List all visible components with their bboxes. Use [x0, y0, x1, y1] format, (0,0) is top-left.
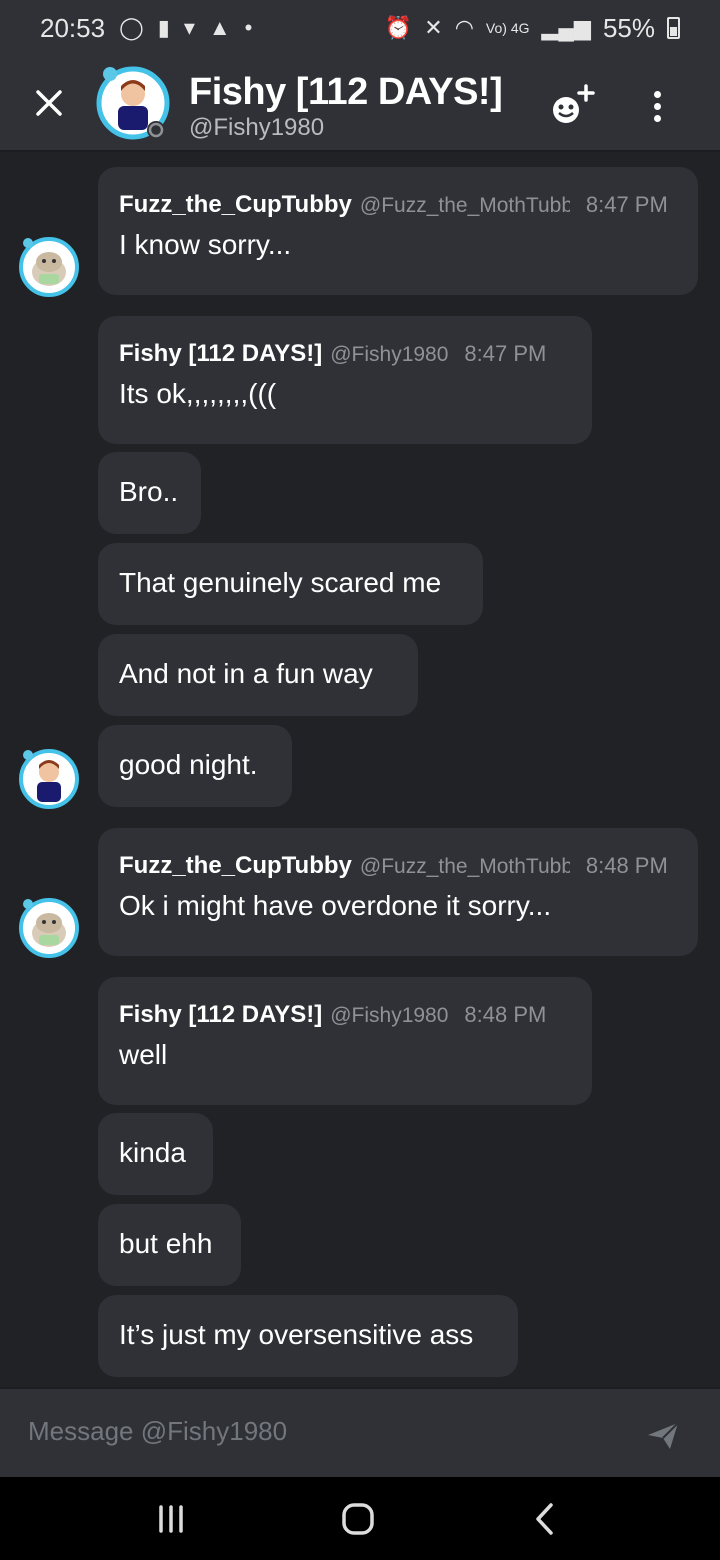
chat-subtitle: @Fishy1980	[189, 114, 325, 141]
message-text: well	[119, 1039, 168, 1070]
message-bubble[interactable]: That genuinely scared me	[98, 543, 483, 625]
add-friend-icon	[553, 84, 595, 123]
message-text: It’s just my oversensitive ass	[119, 1319, 474, 1350]
message-handle: @Fuzz_the_MothTubby	[359, 194, 570, 217]
close-icon	[36, 90, 62, 116]
message-text: And not in a fun way	[119, 658, 373, 689]
message-handle: @Fuzz_the_MothTubby	[359, 855, 570, 878]
message-time: 8:47 PM	[585, 192, 668, 217]
avatar-fuzz[interactable]	[18, 897, 80, 959]
network-label: Vo) 4G	[485, 20, 530, 36]
message-text: I know sorry...	[119, 229, 292, 260]
battery-icon	[667, 17, 680, 39]
message-time: 8:48 PM	[464, 1002, 547, 1027]
message-handle: @Fishy1980	[330, 1004, 449, 1027]
back-button[interactable]	[520, 1499, 570, 1539]
more-options-icon	[653, 90, 661, 98]
send-icon	[648, 1422, 679, 1449]
back-icon	[536, 1503, 553, 1535]
message-text: Bro..	[119, 476, 179, 507]
fuzz-avatar-image	[19, 898, 79, 958]
home-icon	[342, 1503, 374, 1535]
message-bubble[interactable]: And not in a fun way	[98, 634, 418, 716]
message-time: 8:48 PM	[585, 853, 668, 878]
message-author: Fishy [112 DAYS!]	[119, 1001, 323, 1028]
fuzz-avatar-image	[19, 237, 79, 297]
app-icon: ▲	[208, 15, 231, 40]
message-bubble[interactable]: Fishy [112 DAYS!] @Fishy1980 8:47 PM Its…	[98, 316, 592, 444]
status-time: 20:53	[40, 12, 106, 43]
send-button[interactable]	[644, 1415, 684, 1455]
message-bubble[interactable]: good night.	[98, 725, 292, 807]
whatsapp-icon: ◯	[119, 15, 144, 40]
avatar-fuzz[interactable]	[18, 236, 80, 298]
message-bubble[interactable]: Bro..	[98, 452, 201, 534]
message-text: good night.	[119, 749, 258, 780]
mute-icon: ✕	[424, 15, 443, 40]
message-bubble[interactable]: Fuzz_the_CupTubby @Fuzz_the_MothTubby 8:…	[98, 828, 698, 956]
add-friend-button[interactable]	[546, 80, 598, 132]
user-avatar-image	[96, 66, 170, 140]
recent-apps-button[interactable]	[146, 1499, 196, 1539]
message-text: Its ok,,,,,,,,(((	[119, 378, 277, 409]
message-time: 8:47 PM	[464, 341, 547, 366]
fishy-avatar-image	[19, 749, 79, 809]
message-author: Fuzz_the_CupTubby	[119, 191, 352, 218]
message-text: kinda	[119, 1137, 186, 1168]
notification-icon: ▮	[157, 15, 170, 40]
more-options-button[interactable]	[640, 80, 674, 132]
header-avatar[interactable]	[96, 66, 170, 140]
message-bubble[interactable]: kinda	[98, 1113, 213, 1195]
close-button[interactable]	[19, 73, 79, 133]
cup-icon: ▾	[183, 15, 195, 40]
message-text: That genuinely scared me	[119, 567, 442, 598]
message-composer	[0, 1387, 720, 1477]
message-bubble[interactable]: but ehh	[98, 1204, 241, 1286]
message-handle: @Fishy1980	[330, 343, 449, 366]
message-bubble[interactable]: Fishy [112 DAYS!] @Fishy1980 8:48 PM wel…	[98, 977, 592, 1105]
message-author: Fishy [112 DAYS!]	[119, 340, 323, 367]
status-bar: 20:53 ◯ ▮ ▾ ▲ • ⏰ ✕ ◠ Vo) 4G ▂▄▆ 55%	[0, 0, 720, 56]
chat-title: Fishy [112 DAYS!]	[189, 71, 503, 113]
message-bubble[interactable]: Fuzz_the_CupTubby @Fuzz_the_MothTubby 8:…	[98, 167, 698, 295]
recent-apps-icon	[159, 1505, 183, 1533]
home-button[interactable]	[333, 1499, 383, 1539]
wifi-icon: ◠	[454, 15, 474, 40]
message-author: Fuzz_the_CupTubby	[119, 852, 352, 879]
message-input[interactable]	[28, 1411, 588, 1451]
dot-icon: •	[244, 15, 253, 40]
chat-header: Fishy [112 DAYS!] @Fishy1980	[0, 56, 720, 152]
message-text: but ehh	[119, 1228, 213, 1259]
message-text: Ok i might have overdone it sorry...	[119, 890, 552, 921]
system-nav-bar	[0, 1477, 720, 1560]
signal-icon: ▂▄▆	[541, 15, 591, 40]
avatar-fishy[interactable]	[18, 748, 80, 810]
message-bubble[interactable]: It’s just my oversensitive ass	[98, 1295, 518, 1377]
battery-percent: 55%	[602, 12, 655, 43]
alarm-icon: ⏰	[384, 15, 413, 40]
